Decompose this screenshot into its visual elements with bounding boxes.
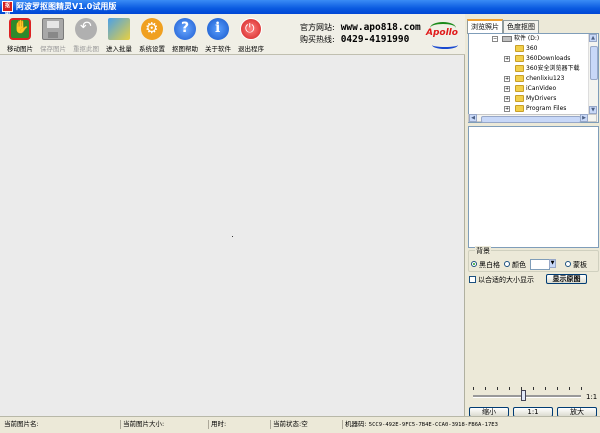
site-url[interactable]: www.apo818.com [341,22,421,33]
title-bar: 抠图 阿波罗抠图精灵V1.0试用版 [0,0,600,18]
contact-info: 官方网站: www.apo818.com 购买热线: 0429-4191990 [300,22,421,46]
tab-chroma-key[interactable]: 色度抠图 [503,20,539,33]
hand-icon [9,18,31,40]
scroll-down-icon[interactable]: ▼ [589,106,597,114]
right-panel: 浏览照片 色度抠图 − 软件 (D:) 360 + 360Downloads 3… [465,14,600,417]
zoom-slider-thumb[interactable] [521,390,526,401]
status-current-image: 当前图片名: [4,420,39,428]
folder-icon [515,95,524,102]
app-icon: 抠图 [2,1,13,18]
folder-icon [515,75,524,82]
status-image-size: 当前图片大小: [120,420,209,429]
status-time: 用时: [208,420,271,429]
drive-icon [502,36,512,42]
folder-tree[interactable]: − 软件 (D:) 360 + 360Downloads 360安全浏览器下载 … [468,33,599,123]
exit-button[interactable]: 退出程序 [235,16,267,54]
status-machine-code: 机器码: 5CC9-492E-9FC5-7B4E-CCA0-3918-FB6A-… [342,420,599,429]
radio-mask[interactable] [565,261,571,267]
apollo-logo: Apollo [426,22,462,49]
folder-icon [515,65,524,72]
help-icon [174,18,196,40]
radio-color-label[interactable]: 颜色 [512,260,526,270]
power-icon [240,18,262,40]
machine-code-value: 5CC9-492E-9FC5-7B4E-CCA0-3918-FB6A-17E3 [368,422,498,428]
tree-item[interactable]: Program Files [526,105,566,113]
phone-number: 0429-4191990 [340,34,410,45]
expand-icon[interactable]: + [504,86,510,92]
logo-text: Apollo [426,28,458,38]
zoom-max-label: 1:1 [586,393,598,401]
tree-root[interactable]: 软件 (D:) [514,35,539,43]
radio-checkerboard[interactable] [471,261,477,267]
phone-label: 购买热线: [300,35,335,44]
chevron-down-icon[interactable]: ▼ [549,259,556,268]
status-bar: 当前图片名: 当前图片大小: 用时: 当前状态:空 机器码: 5CC9-492E… [0,416,600,433]
folder-icon [515,85,524,92]
tree-item[interactable]: 360安全浏览器下载 [526,65,579,73]
tree-item[interactable]: iCanVideo [526,85,556,93]
tree-vertical-scrollbar[interactable]: ▲ ▼ [588,34,598,122]
tree-horizontal-scrollbar[interactable]: ◀ ▶ [468,114,597,123]
help-button[interactable]: 抠图帮助 [169,16,201,54]
scroll-thumb[interactable] [590,46,598,80]
save-image-button[interactable]: 保存图片 [37,16,69,54]
status-state-value: 空 [301,420,308,428]
show-original-button[interactable]: 显示原图 [546,274,587,284]
about-button[interactable]: 关于软件 [202,16,234,54]
expand-icon[interactable]: + [504,56,510,62]
recut-image-button[interactable]: 重抠此图 [70,16,102,54]
move-image-button[interactable]: 移动图片 [4,16,36,54]
background-legend: 背景 [475,246,491,256]
radio-mask-label[interactable]: 蒙板 [573,260,587,270]
file-list[interactable] [468,126,599,248]
scroll-thumb[interactable] [481,116,581,123]
reset-icon [75,18,97,40]
floppy-icon [42,18,64,40]
tree-item[interactable]: chenlixiu123 [526,75,564,83]
collapse-icon[interactable]: − [492,36,498,42]
radio-checkerboard-label[interactable]: 黑白格 [479,260,500,270]
scroll-right-icon[interactable]: ▶ [580,114,588,122]
image-canvas[interactable] [0,55,465,416]
zoom-slider[interactable] [473,395,581,398]
background-group: 背景 黑白格 颜色 ▼ 蒙板 [468,246,599,272]
tree-item[interactable]: 360Downloads [526,55,570,63]
scroll-up-icon[interactable]: ▲ [589,34,597,42]
radio-color[interactable] [504,261,510,267]
status-state: 当前状态:空 [270,420,343,429]
window-title: 阿波罗抠图精灵V1.0试用版 [16,2,117,11]
folder-icon [515,105,524,112]
settings-button[interactable]: 系统设置 [136,16,168,54]
tree-item[interactable]: 360 [526,45,537,53]
tree-item[interactable]: MyDrivers [526,95,556,103]
site-label: 官方网站: [300,23,335,32]
folder-icon [515,45,524,52]
color-swatch[interactable] [530,259,550,270]
folder-icon [515,55,524,62]
expand-icon[interactable]: + [504,106,510,112]
gear-icon [141,18,163,40]
expand-icon[interactable]: + [504,76,510,82]
fit-size-label[interactable]: 以合适的大小显示 [478,275,534,285]
batch-mode-button[interactable]: 进入批量 [103,16,135,54]
info-icon [207,18,229,40]
fit-size-checkbox[interactable] [469,276,476,283]
scroll-left-icon[interactable]: ◀ [469,114,477,122]
tab-browse-photos[interactable]: 浏览照片 [467,19,503,34]
batch-icon [108,18,130,40]
expand-icon[interactable]: + [504,96,510,102]
